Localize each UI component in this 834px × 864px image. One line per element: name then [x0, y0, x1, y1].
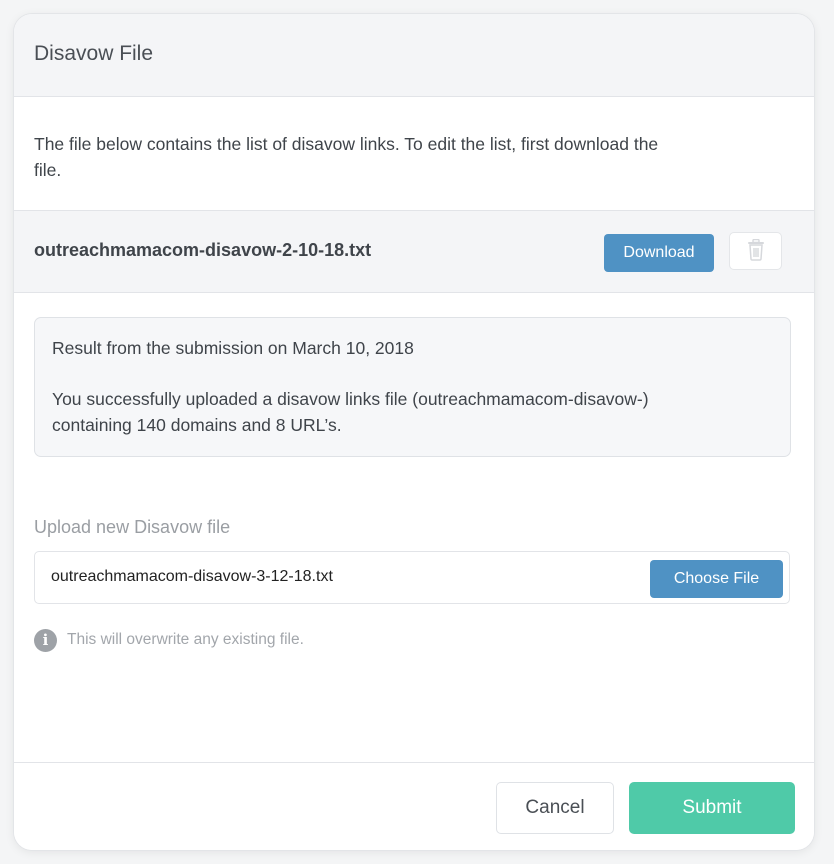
current-file-row: outreachmamacom-disavow-2-10-18.txt Down…	[14, 210, 814, 293]
delete-file-button[interactable]	[729, 232, 782, 270]
modal-title: Disavow File	[34, 42, 154, 65]
info-icon: i	[34, 628, 57, 652]
overwrite-notice: i This will overwrite any existing file.	[34, 628, 304, 652]
selected-file-name: outreachmamacom-disavow-3-12-18.txt	[51, 568, 333, 585]
result-title: Result from the submission on March 10, …	[52, 338, 414, 358]
info-text: This will overwrite any existing file.	[67, 631, 304, 648]
file-upload-field[interactable]: outreachmamacom-disavow-3-12-18.txt Choo…	[34, 551, 790, 604]
disavow-file-modal: Disavow File The file below contains the…	[14, 14, 814, 850]
trash-icon	[747, 238, 765, 264]
intro-text: The file below contains the list of disa…	[34, 134, 659, 180]
choose-file-button[interactable]: Choose File	[650, 560, 783, 598]
result-message: You successfully uploaded a disavow link…	[52, 389, 649, 435]
modal-header: Disavow File	[14, 14, 814, 97]
upload-label: Upload new Disavow file	[34, 517, 231, 537]
submission-result-box: Result from the submission on March 10, …	[34, 317, 791, 457]
modal-footer: Cancel Submit	[14, 762, 814, 850]
download-button[interactable]: Download	[604, 234, 714, 272]
current-file-name: outreachmamacom-disavow-2-10-18.txt	[34, 240, 372, 260]
cancel-button[interactable]: Cancel	[496, 782, 614, 834]
submit-button[interactable]: Submit	[629, 782, 795, 834]
